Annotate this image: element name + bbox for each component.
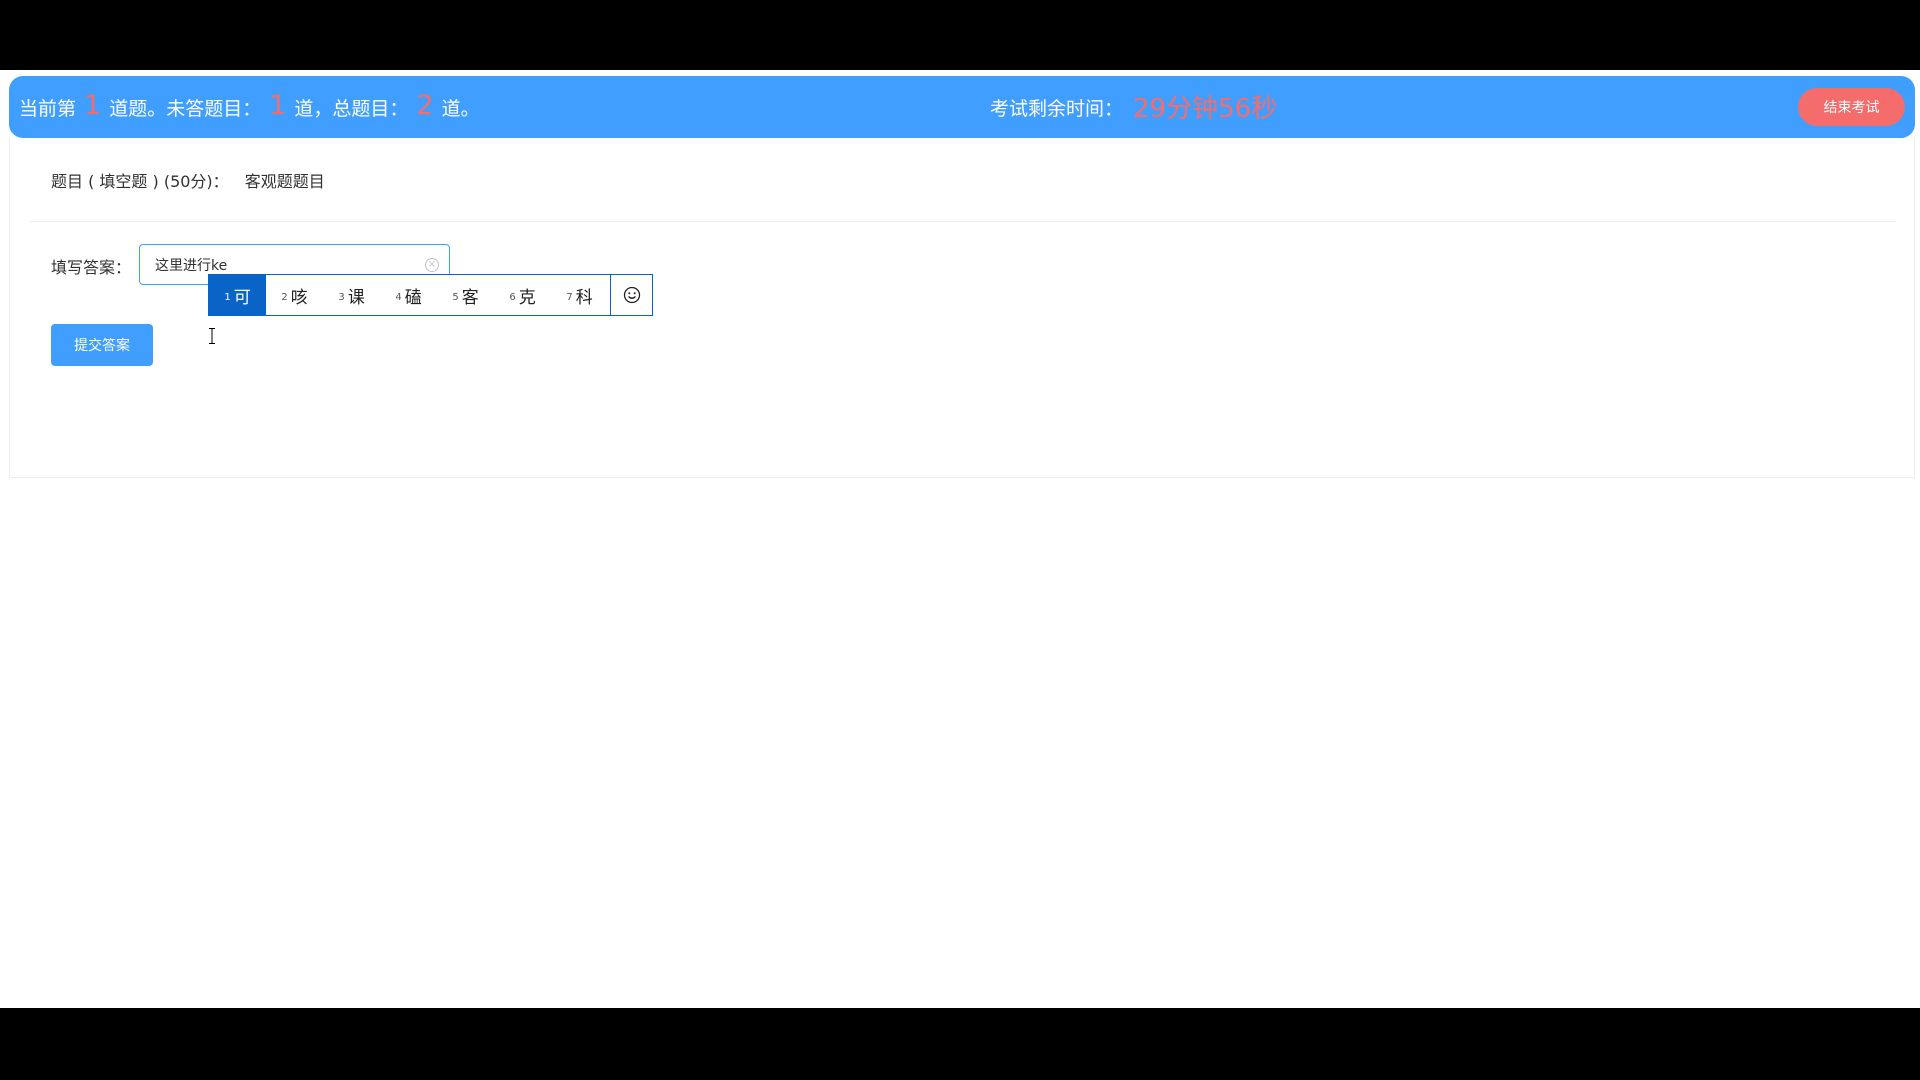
ime-candidate-2[interactable]: 2 咳 bbox=[266, 275, 323, 315]
end-exam-button[interactable]: 结束考试 bbox=[1798, 88, 1905, 126]
current-question-number: 1 bbox=[84, 89, 102, 121]
ime-candidate-bar: 1 可 2 咳 3 课 4 磕 5 客 6 克 7 科 bbox=[208, 274, 653, 316]
ime-candidate-5[interactable]: 5 客 bbox=[437, 275, 494, 315]
exam-timer: 考试剩余时间： 29分钟56秒 bbox=[990, 76, 1277, 138]
ime-candidate-char: 可 bbox=[233, 287, 251, 308]
unanswered-count: 1 bbox=[269, 89, 287, 121]
ime-candidate-1[interactable]: 1 可 bbox=[209, 275, 266, 315]
ime-candidate-index: 5 bbox=[452, 291, 459, 303]
ime-candidate-index: 6 bbox=[509, 291, 516, 303]
question-card: 题目 ( 填空题 ) (50分)： 客观题题目 填写答案： × 1 可 2 咳 … bbox=[9, 138, 1915, 478]
progress-suffix: 道。 bbox=[441, 97, 480, 120]
exam-progress: 当前第 1 道题。未答题目： 1 道，总题目： 2 道。 bbox=[19, 76, 480, 138]
clear-icon[interactable]: × bbox=[425, 258, 439, 272]
progress-prefix: 当前第 bbox=[19, 97, 77, 120]
total-count: 2 bbox=[416, 89, 434, 121]
question-label: 题目 ( 填空题 ) (50分)： bbox=[51, 171, 229, 191]
smiley-icon[interactable] bbox=[610, 275, 652, 315]
ime-candidate-char: 克 bbox=[518, 287, 536, 308]
exam-status-bar: 当前第 1 道题。未答题目： 1 道，总题目： 2 道。 考试剩余时间： 29分… bbox=[9, 76, 1915, 138]
ime-candidate-7[interactable]: 7 科 bbox=[551, 275, 608, 315]
question-title: 客观题题目 bbox=[244, 171, 325, 191]
ime-candidate-char: 磕 bbox=[404, 287, 422, 308]
ime-candidate-index: 1 bbox=[224, 291, 231, 303]
timer-label: 考试剩余时间： bbox=[990, 97, 1124, 120]
submit-answer-button[interactable]: 提交答案 bbox=[51, 324, 153, 366]
ime-candidate-char: 课 bbox=[347, 287, 365, 308]
timer-value: 29分钟56秒 bbox=[1133, 93, 1278, 124]
ime-candidate-index: 2 bbox=[281, 291, 288, 303]
ime-candidate-index: 4 bbox=[395, 291, 402, 303]
progress-text-1: 道题。未答题目： bbox=[109, 97, 262, 120]
ime-candidate-index: 7 bbox=[566, 291, 573, 303]
answer-label: 填写答案： bbox=[51, 258, 132, 277]
question-header: 题目 ( 填空题 ) (50分)： 客观题题目 bbox=[30, 138, 1896, 222]
ime-candidate-3[interactable]: 3 课 bbox=[323, 275, 380, 315]
ime-candidate-6[interactable]: 6 克 bbox=[494, 275, 551, 315]
ime-candidate-char: 科 bbox=[575, 287, 593, 308]
exam-page: 当前第 1 道题。未答题目： 1 道，总题目： 2 道。 考试剩余时间： 29分… bbox=[0, 70, 1920, 1008]
progress-text-2: 道，总题目： bbox=[294, 97, 409, 120]
ime-candidate-char: 咳 bbox=[290, 287, 308, 308]
ime-candidate-index: 3 bbox=[338, 291, 345, 303]
ime-candidate-4[interactable]: 4 磕 bbox=[380, 275, 437, 315]
text-cursor-icon bbox=[209, 328, 215, 344]
ime-candidate-char: 客 bbox=[461, 287, 479, 308]
